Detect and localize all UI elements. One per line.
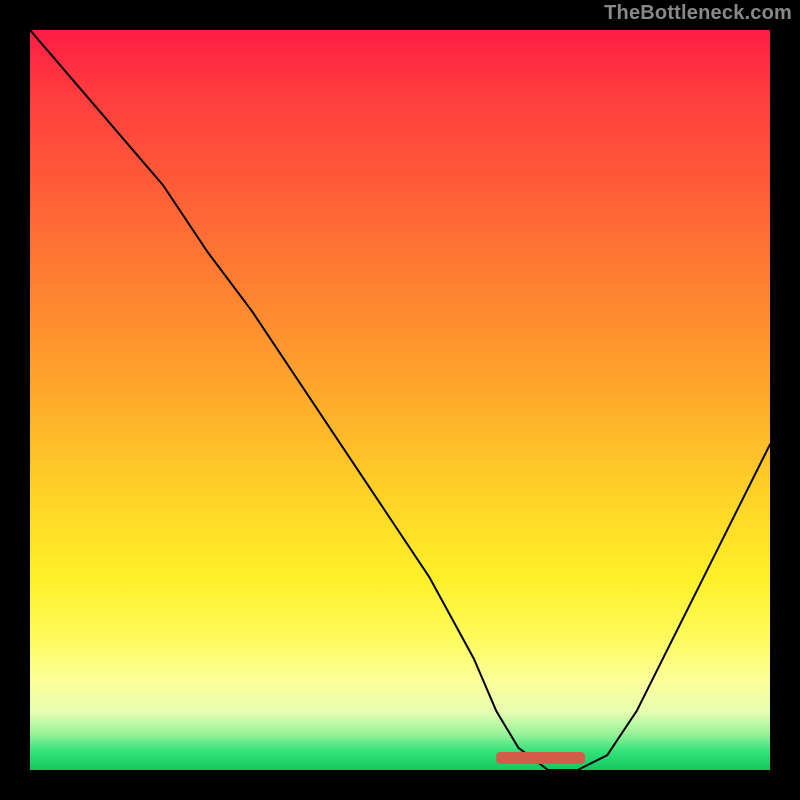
optimal-marker: [496, 752, 585, 764]
curve-layer: [30, 30, 770, 770]
chart-frame: TheBottleneck.com: [0, 0, 800, 800]
bottleneck-curve: [30, 30, 770, 770]
watermark-text: TheBottleneck.com: [604, 2, 792, 25]
plot-area: [30, 30, 770, 770]
